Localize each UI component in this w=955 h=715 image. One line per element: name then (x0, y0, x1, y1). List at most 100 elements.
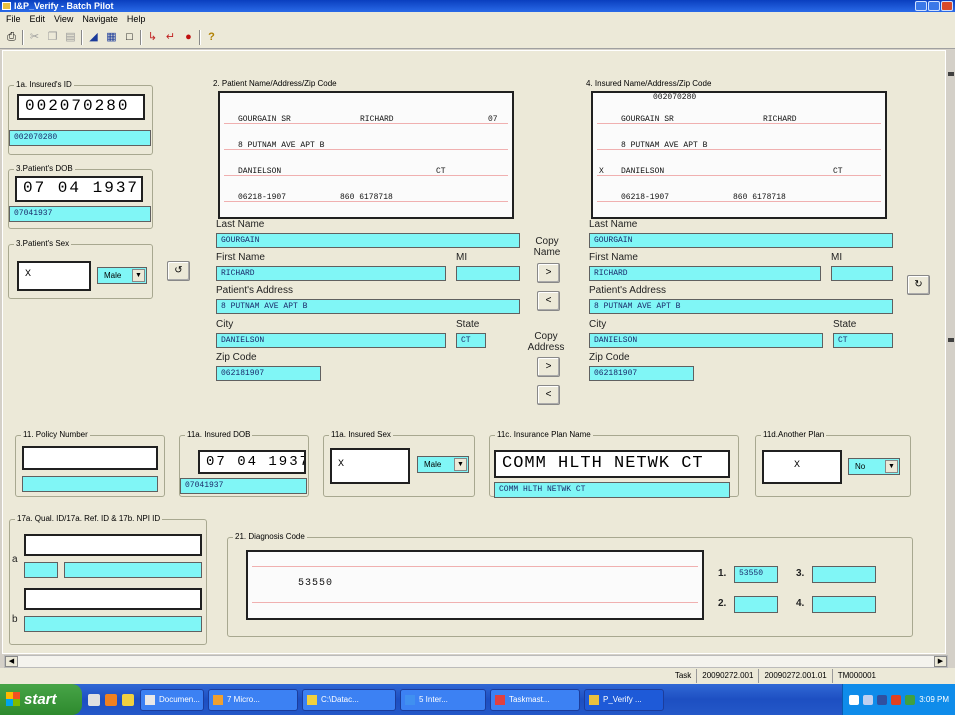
insured-state-field[interactable]: CT (833, 333, 893, 348)
diagnosis-image: 53550 (246, 550, 704, 620)
update-icon[interactable] (905, 694, 916, 705)
qual-b-image (24, 588, 202, 610)
patient-address-field[interactable]: 8 PUTNAM AVE APT B (216, 299, 520, 314)
menu-view[interactable]: View (54, 12, 73, 27)
patient-last-name-field[interactable]: GOURGAIN (216, 233, 520, 248)
help-icon[interactable]: ? (204, 30, 219, 45)
taskbar-item-microsoft[interactable]: 7 Micro... (208, 688, 298, 711)
dx3-field[interactable] (812, 566, 876, 583)
minimize-button[interactable] (915, 1, 927, 11)
antivirus-icon[interactable] (891, 694, 902, 705)
insured-state-label: State (833, 319, 857, 330)
desktop-icon[interactable] (88, 693, 100, 706)
security-icon[interactable] (877, 694, 888, 705)
insured-dob-label: 11a. Insured DOB (185, 430, 253, 440)
taskbar-item-label: C:\Datac... (321, 694, 359, 704)
diagnosis-label: 21. Diagnosis Code (233, 532, 307, 542)
another-plan-select[interactable]: No ▼ (848, 458, 900, 475)
copy-name-left-button[interactable]: < (537, 291, 560, 311)
taskbar-item-taskmaster[interactable]: Taskmast... (490, 688, 580, 711)
start-label: start (24, 691, 57, 708)
qual-b-field[interactable] (24, 616, 202, 632)
insured-zip-field[interactable]: 062181907 (589, 366, 694, 381)
firefox-icon[interactable] (105, 693, 117, 706)
taskbar-item-explorer[interactable]: C:\Datac... (302, 688, 396, 711)
dx4-field[interactable] (812, 596, 876, 613)
menu-navigate[interactable]: Navigate (82, 12, 118, 27)
scroll-right-icon[interactable]: ▶ (934, 656, 947, 667)
insured-label: 4. Insured Name/Address/Zip Code (584, 79, 714, 89)
taskbar-item-label: P_Verify ... (603, 694, 642, 704)
copy-address-left-button[interactable]: < (537, 385, 560, 405)
frame-icon[interactable]: □ (122, 30, 137, 45)
qual-a-id-field[interactable] (64, 562, 202, 578)
app-icon (2, 2, 11, 10)
patient-zip-field[interactable]: 062181907 (216, 366, 321, 381)
dx2-field[interactable] (734, 596, 778, 613)
close-button[interactable] (941, 1, 953, 11)
network-icon[interactable] (849, 694, 860, 705)
horizontal-scrollbar[interactable]: ◀ ▶ (4, 655, 948, 668)
qual-a-code-field[interactable] (24, 562, 58, 578)
menu-file[interactable]: File (6, 12, 21, 27)
zoom-out-icon[interactable]: ↵ (163, 30, 178, 45)
insured-city-field[interactable]: DANIELSON (589, 333, 823, 348)
record-icon[interactable]: ● (181, 30, 196, 45)
qual-a-label: a (12, 554, 18, 565)
patient-scan-image: GOURGAIN SR RICHARD 07 8 PUTNAM AVE APT … (218, 91, 514, 219)
insured-first-name-field[interactable]: RICHARD (589, 266, 821, 281)
insured-sex-image: X (330, 448, 410, 484)
patient-sex-select[interactable]: Male ▼ (97, 267, 147, 284)
dx1-field[interactable]: 53550 (734, 566, 778, 583)
start-button[interactable]: start (0, 684, 82, 715)
patient-mi-field[interactable] (456, 266, 520, 281)
patient-first-name-field[interactable]: RICHARD (216, 266, 446, 281)
taskbar: start Documen... 7 Micro... C:\Datac... … (0, 684, 955, 715)
copy-name-right-button[interactable]: > (537, 263, 560, 283)
dx4-label: 4. (796, 598, 805, 609)
window-controls (915, 1, 953, 11)
patient-city-field[interactable]: DANIELSON (216, 333, 446, 348)
select-icon[interactable]: ◢ (86, 30, 101, 45)
taskbar-item-internet[interactable]: 5 Inter... (400, 688, 486, 711)
taskbar-item-verify[interactable]: P_Verify ... (584, 688, 664, 711)
policy-label: 11. Policy Number (21, 430, 90, 440)
copy-icon[interactable]: ❐ (45, 30, 60, 45)
clock: 3:09 PM (919, 695, 949, 704)
insured-id-label: 1a. Insured's ID (14, 80, 74, 90)
cut-icon[interactable]: ✂ (27, 30, 42, 45)
policy-field[interactable] (22, 476, 158, 492)
insured-mi-field[interactable] (831, 266, 893, 281)
splitter-mark (948, 338, 954, 342)
print-icon[interactable]: ⎙ (4, 30, 19, 45)
patient-dob-field[interactable]: 07041937 (9, 206, 151, 222)
insured-last-name-field[interactable]: GOURGAIN (589, 233, 893, 248)
paste-icon[interactable]: ▤ (63, 30, 78, 45)
plan-name-label: 11c. Insurance Plan Name (495, 430, 593, 440)
insured-dob-image: 07 04 1937 (198, 450, 306, 474)
insured-id-field[interactable]: 002070280 (9, 130, 151, 146)
menu-help[interactable]: Help (127, 12, 146, 27)
menu-edit[interactable]: Edit (30, 12, 46, 27)
taskbar-item-documents[interactable]: Documen... (140, 688, 204, 711)
taskbar-item-label: 5 Inter... (419, 694, 448, 704)
insured-sex-label: 11a. Insured Sex (329, 430, 393, 440)
copy-address-right-button[interactable]: > (537, 357, 560, 377)
grid-icon[interactable]: ▦ (104, 30, 119, 45)
undo-patient-button[interactable]: ↺ (167, 261, 190, 281)
policy-group: 11. Policy Number (15, 430, 165, 497)
insured-dob-field[interactable]: 07041937 (180, 478, 307, 494)
chevron-down-icon: ▼ (885, 460, 898, 473)
patient-state-field[interactable]: CT (456, 333, 486, 348)
plan-name-field[interactable]: COMM HLTH NETWK CT (494, 482, 730, 498)
speaker-icon[interactable] (863, 694, 874, 705)
insured-address-field[interactable]: 8 PUTNAM AVE APT B (589, 299, 893, 314)
patient-dob-image: 07 04 1937 (15, 176, 143, 202)
maximize-button[interactable] (928, 1, 940, 11)
another-plan-mark: X (794, 460, 801, 471)
folder-icon[interactable] (122, 693, 134, 706)
undo-insured-button[interactable]: ↻ (907, 275, 930, 295)
insured-sex-select[interactable]: Male ▼ (417, 456, 469, 473)
zoom-in-icon[interactable]: ↳ (145, 30, 160, 45)
scroll-left-icon[interactable]: ◀ (5, 656, 18, 667)
